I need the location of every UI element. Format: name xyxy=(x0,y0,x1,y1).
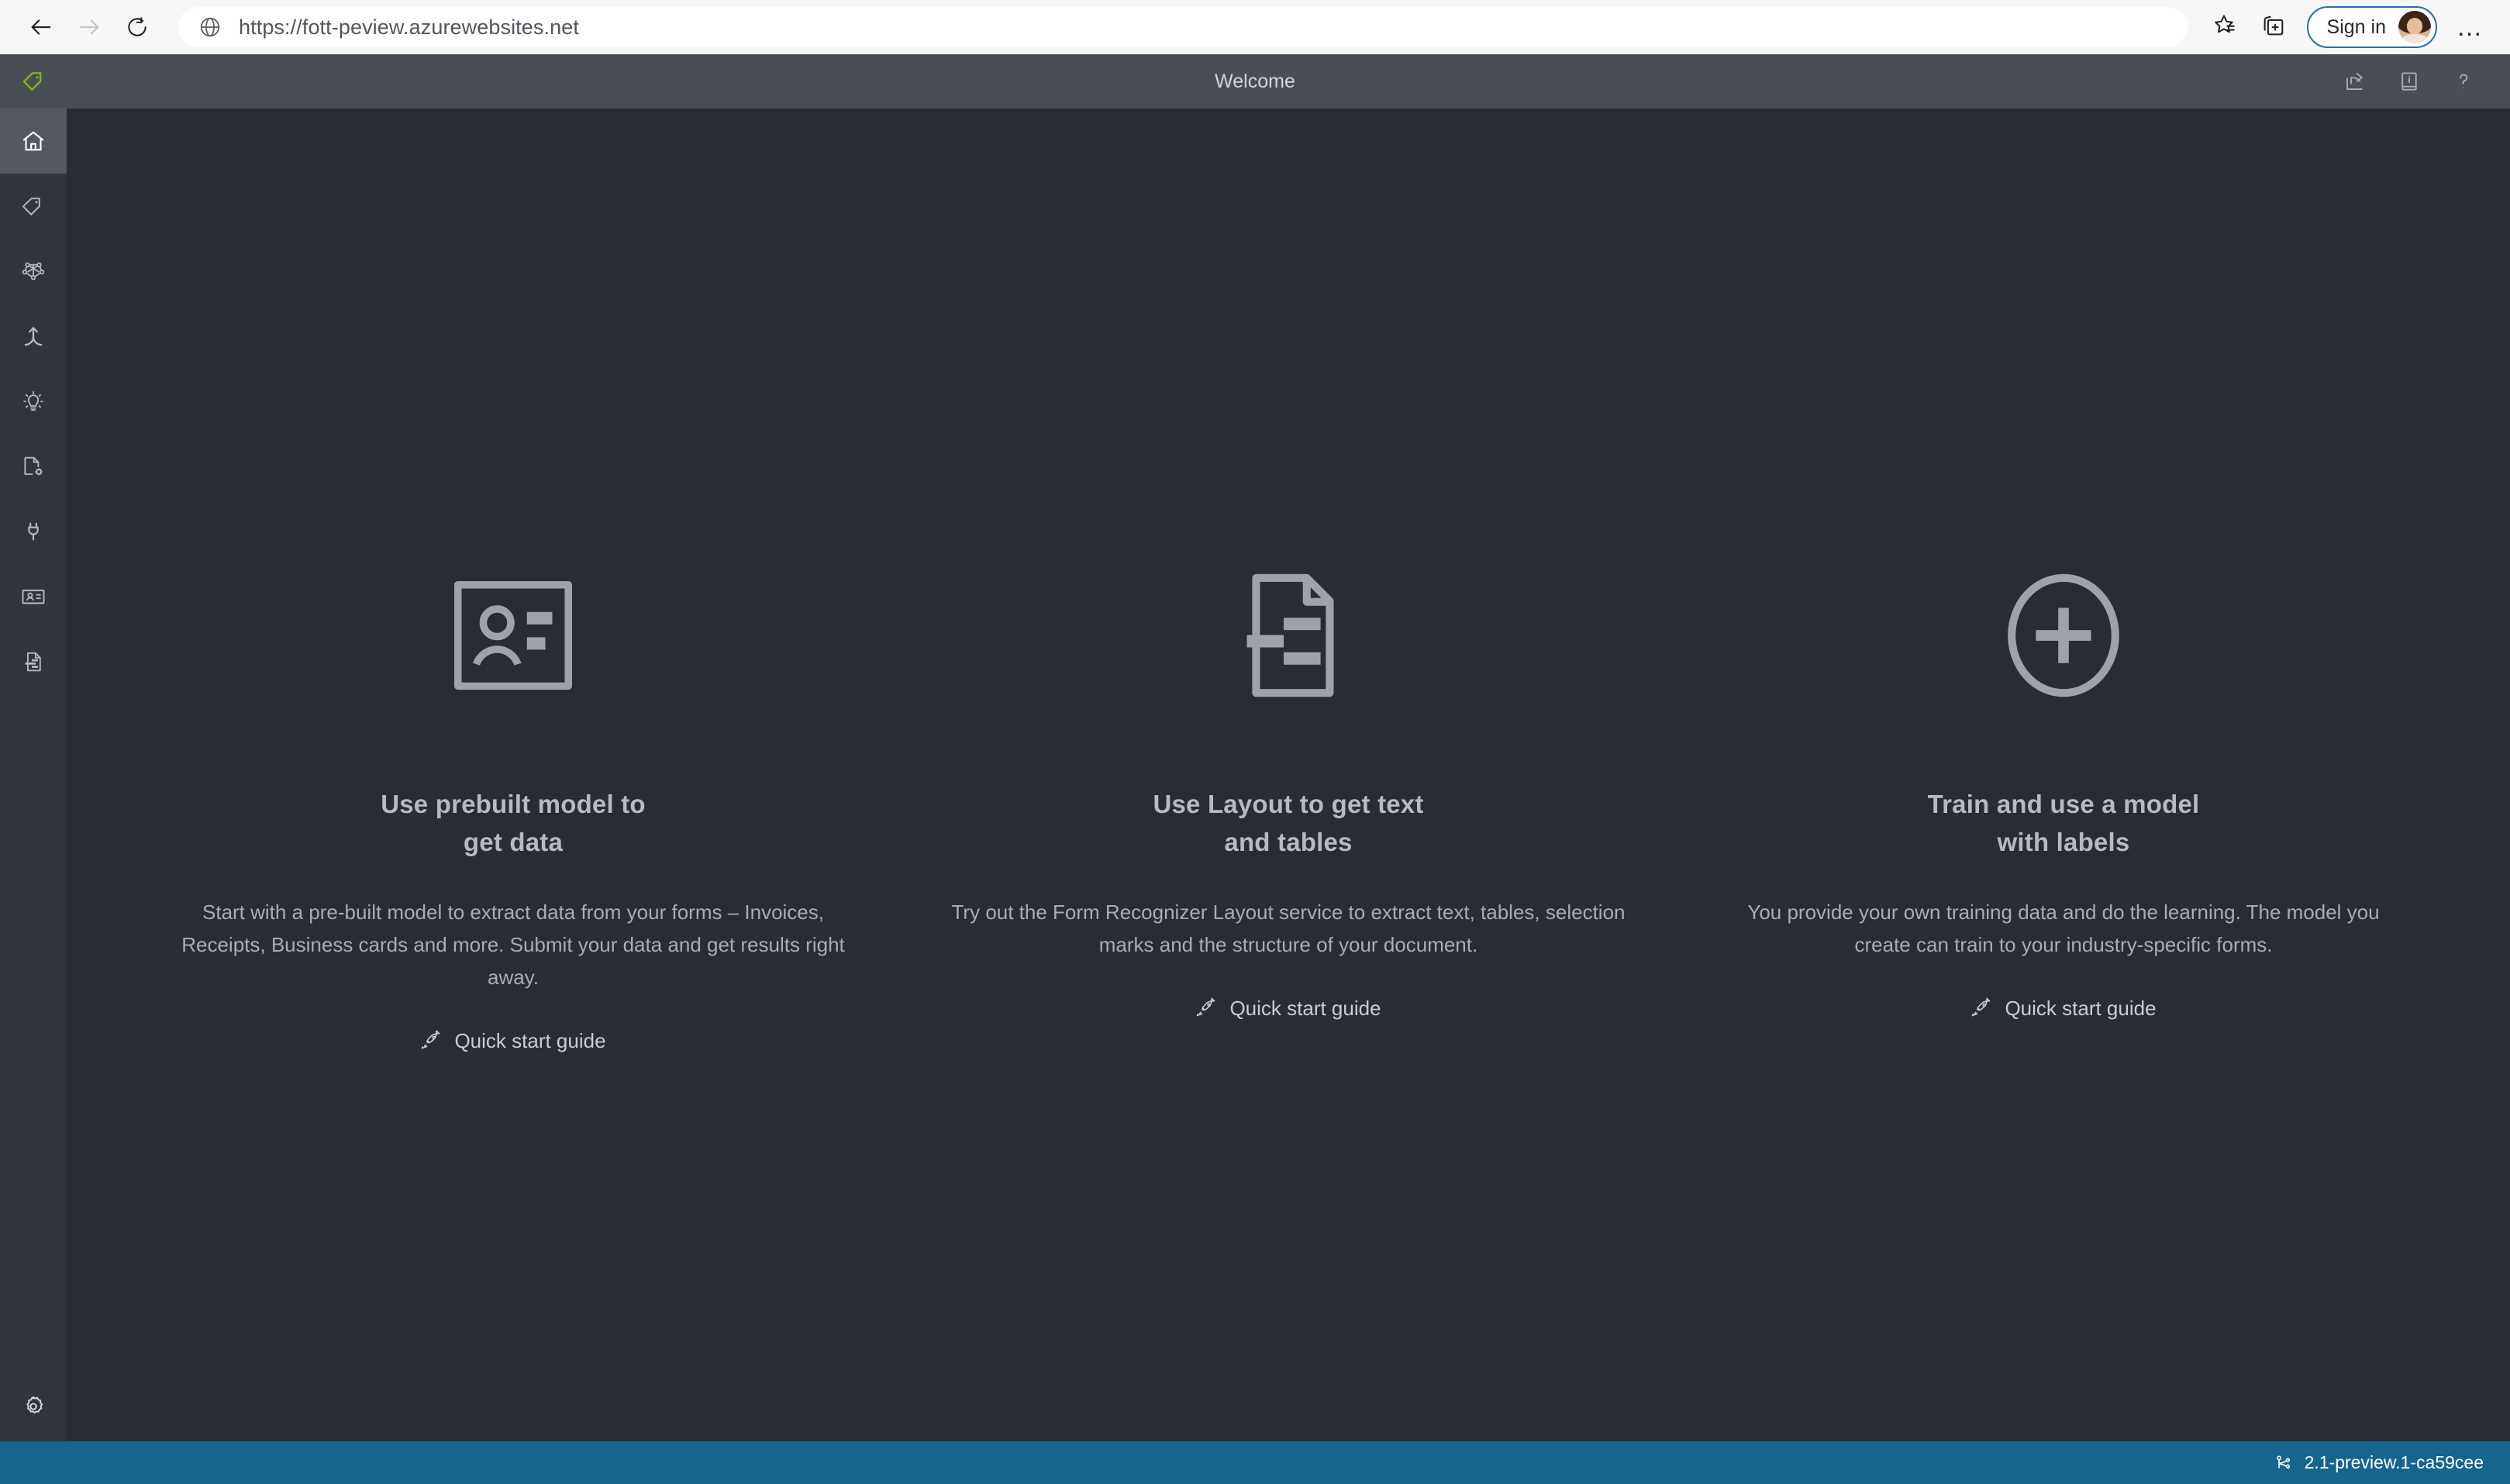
refresh-button[interactable] xyxy=(113,3,161,51)
app-header-actions xyxy=(2339,66,2510,97)
sidebar-item-settings[interactable] xyxy=(0,1372,67,1441)
sidebar-item-home[interactable] xyxy=(0,108,67,174)
quick-start-guide-link-layout[interactable]: Quick start guide xyxy=(1195,997,1381,1021)
quick-start-guide-label: Quick start guide xyxy=(2005,996,2157,1020)
browser-actions: Sign in … xyxy=(2201,5,2493,50)
card-title-line1: Train and use a model xyxy=(1927,790,2200,818)
plus-circle-large-icon xyxy=(1990,558,2137,713)
collections-icon xyxy=(2260,12,2287,43)
app-body: Use prebuilt model to get data Start wit… xyxy=(0,108,2510,1441)
url-text[interactable]: https://fott-peview.azurewebsites.net xyxy=(239,15,579,40)
browser-more-button[interactable]: … xyxy=(2448,5,2493,50)
card-title-line1: Use prebuilt model to xyxy=(381,790,646,818)
id-card-large-icon xyxy=(440,558,587,713)
sidebar-item-custom-model[interactable] xyxy=(0,434,67,499)
browser-toolbar: https://fott-peview.azurewebsites.net Si… xyxy=(0,0,2510,54)
quick-start-guide-label: Quick start guide xyxy=(1229,996,1381,1020)
sidebar-item-tags[interactable] xyxy=(0,174,67,239)
train-merge-icon xyxy=(20,323,47,349)
share-icon[interactable] xyxy=(2339,66,2370,97)
git-branch-icon xyxy=(2274,1453,2294,1473)
sidebar-item-prebuilt[interactable] xyxy=(0,564,67,629)
back-button[interactable] xyxy=(17,3,65,51)
rocket-icon xyxy=(1195,997,1217,1019)
sidebar-item-predict[interactable] xyxy=(0,369,67,434)
form-recognizer-app: Welcome Use prebuilt model to get data S… xyxy=(0,54,2510,1484)
version-label: 2.1-preview.1-ca59cee xyxy=(2304,1452,2484,1472)
card-train-with-labels[interactable]: Train and use a model with labels You pr… xyxy=(1715,558,2412,1021)
welcome-cards: Use prebuilt model to get data Start wit… xyxy=(164,558,2412,1053)
card-description: Try out the Form Recognizer Layout servi… xyxy=(951,900,1626,956)
sidebar-item-model-compose[interactable] xyxy=(0,239,67,304)
page-title: Welcome xyxy=(1215,70,1295,92)
document-layout-icon xyxy=(20,649,47,675)
help-icon[interactable] xyxy=(2448,66,2479,97)
favorites-button[interactable] xyxy=(2201,5,2246,50)
card-title-line2: with labels xyxy=(1997,827,2130,856)
sidebar-item-train[interactable] xyxy=(0,304,67,369)
arrow-right-icon xyxy=(76,14,102,40)
model-network-icon xyxy=(19,257,47,285)
sign-in-label: Sign in xyxy=(2326,15,2386,38)
sidebar xyxy=(0,108,67,1441)
card-title: Use prebuilt model to get data xyxy=(381,786,646,862)
lightbulb-icon xyxy=(20,388,47,415)
globe-icon xyxy=(198,15,222,39)
gear-icon xyxy=(20,1393,47,1420)
rocket-icon xyxy=(420,1030,442,1052)
collections-button[interactable] xyxy=(2251,5,2296,50)
home-icon xyxy=(20,128,47,154)
card-title-line2: get data xyxy=(463,827,564,856)
card-title-line2: and tables xyxy=(1224,827,1353,856)
quick-start-guide-link-train[interactable]: Quick start guide xyxy=(1970,996,2157,1021)
card-title: Train and use a model with labels xyxy=(1928,786,2200,862)
quick-start-guide-link-prebuilt[interactable]: Quick start guide xyxy=(420,1028,606,1053)
card-title-line1: Use Layout to get text xyxy=(1153,790,1424,818)
sidebar-item-layout[interactable] xyxy=(0,629,67,694)
id-card-icon xyxy=(19,583,47,611)
tag-icon xyxy=(20,193,47,219)
app-header: Welcome xyxy=(0,54,2510,108)
refresh-icon xyxy=(125,15,150,40)
profile-avatar[interactable] xyxy=(2398,11,2431,43)
document-layout-large-icon xyxy=(1215,558,1362,713)
card-layout[interactable]: Use Layout to get text and tables Try ou… xyxy=(940,558,1637,1021)
sign-in-button[interactable]: Sign in xyxy=(2306,6,2437,48)
sidebar-item-connections[interactable] xyxy=(0,499,67,564)
status-bar: 2.1-preview.1-ca59cee xyxy=(0,1441,2510,1484)
main-canvas: Use prebuilt model to get data Start wit… xyxy=(67,108,2510,1441)
card-description: You provide your own training data and d… xyxy=(1747,900,2380,956)
arrow-left-icon xyxy=(28,14,54,40)
address-bar[interactable]: https://fott-peview.azurewebsites.net xyxy=(178,7,2188,47)
form-recognizer-tag-logo[interactable] xyxy=(0,54,67,108)
ellipsis-icon: … xyxy=(2456,12,2485,42)
favorites-add-icon xyxy=(2211,12,2237,43)
card-title: Use Layout to get text and tables xyxy=(1153,786,1423,862)
plug-icon xyxy=(20,518,47,545)
card-description: Start with a pre-built model to extract … xyxy=(181,900,845,989)
quick-start-guide-label: Quick start guide xyxy=(454,1028,606,1052)
rocket-icon xyxy=(1970,997,1992,1019)
document-gear-icon xyxy=(20,453,47,480)
card-prebuilt-model[interactable]: Use prebuilt model to get data Start wit… xyxy=(164,558,862,1053)
forward-button[interactable] xyxy=(65,3,113,51)
documentation-icon[interactable] xyxy=(2394,66,2425,97)
